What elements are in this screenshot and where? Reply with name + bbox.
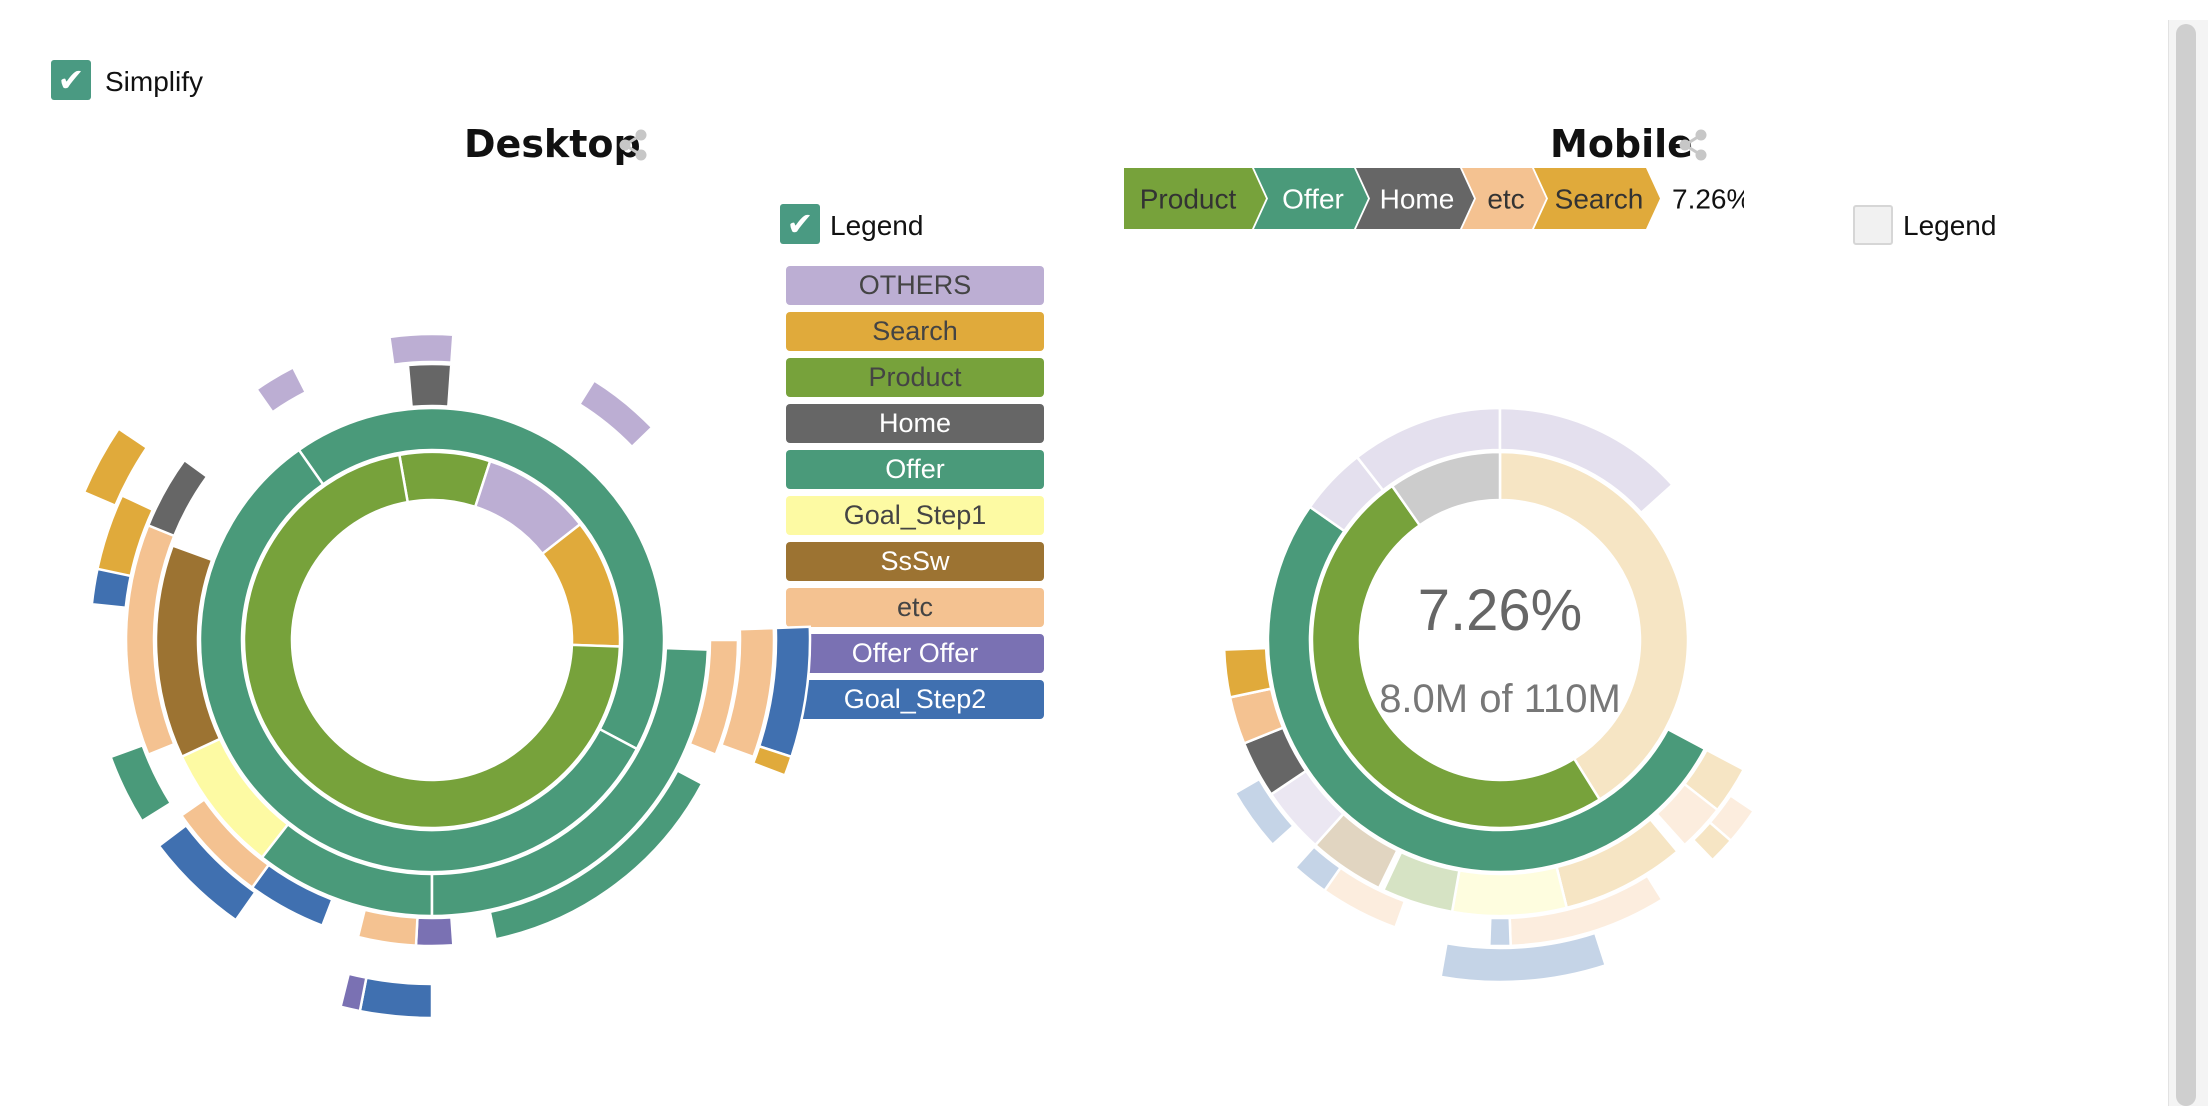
mobile-segment[interactable]	[1488, 916, 1512, 948]
mobile-segment[interactable]	[1222, 646, 1273, 699]
mobile-sunburst-chart: 7.26% 8.0M of 110M	[1222, 406, 1756, 984]
mobile-center-count: 8.0M of 110M	[1379, 677, 1621, 721]
scrollbar-thumb[interactable]	[2176, 24, 2196, 1106]
mobile-center-percent: 7.26%	[1418, 578, 1582, 643]
mobile-segment[interactable]	[1450, 865, 1569, 918]
